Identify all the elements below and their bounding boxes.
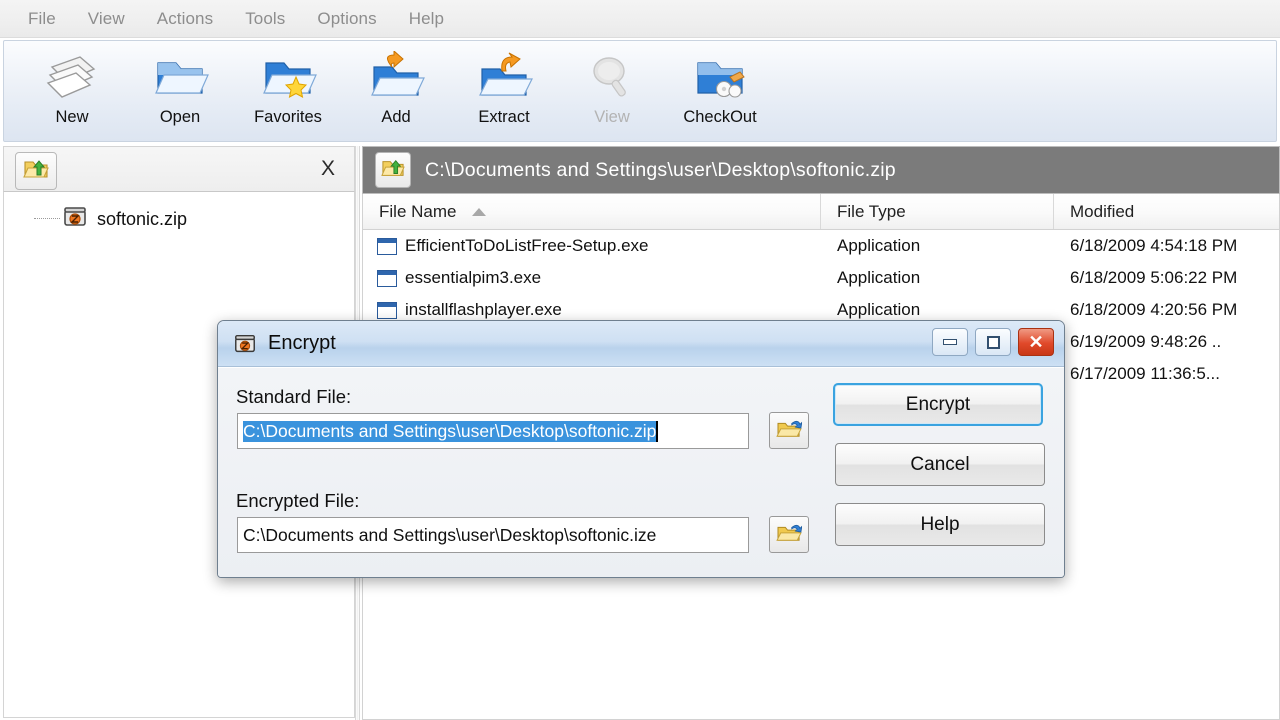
cell-file-type: Application [837,268,921,287]
cell-file-name-label: EfficientToDoListFree-Setup.exe [405,236,649,255]
extract-folder-arrow-icon [474,47,534,109]
standard-file-browse-button[interactable] [769,412,809,449]
archive-path-bar: C:\Documents and Settings\user\Desktop\s… [362,146,1280,194]
encrypted-file-value: C:\Documents and Settings\user\Desktop\s… [243,524,657,545]
toolbar-button-open[interactable]: Open [126,47,234,139]
application-file-icon [377,301,397,319]
standard-file-label: Standard File: [236,386,352,407]
column-header-modified[interactable]: Modified [1054,194,1279,229]
toolbar-button-extract[interactable]: Extract [450,47,558,139]
standard-file-value: C:\Documents and Settings\user\Desktop\s… [243,420,657,442]
sort-ascending-icon [472,207,487,216]
close-button[interactable]: ✕ [1018,328,1054,356]
toolbar-label-view: View [594,108,630,126]
magnifier-icon [582,47,642,109]
add-folder-arrow-icon [366,47,426,109]
cell-modified: 6/18/2009 4:20:56 PM [1070,300,1238,319]
toolbar-button-favorites[interactable]: Favorites [234,47,342,139]
encrypted-file-input[interactable]: C:\Documents and Settings\user\Desktop\s… [237,517,749,553]
help-button[interactable]: Help [835,503,1045,546]
archive-path-icon-box [375,152,411,188]
minimize-icon [943,339,957,345]
cell-file-name: EfficientToDoListFree-Setup.exe [363,230,821,262]
encrypt-dialog: Encrypt ✕ Standard File: C:\Documents an… [217,320,1065,578]
archive-path-text: C:\Documents and Settings\user\Desktop\s… [425,158,896,181]
maximize-button[interactable] [975,328,1011,356]
cell-file-name: essentialpim3.exe [363,262,821,294]
toolbar-button-new[interactable]: New [18,47,126,139]
application-file-icon [377,269,397,287]
menu-bar: File View Actions Tools Options Help [0,0,1280,38]
encrypted-file-label: Encrypted File: [236,490,360,511]
application-window: File View Actions Tools Options Help New [0,0,1280,720]
close-icon: ✕ [1028,332,1044,352]
toolbar-label-favorites: Favorites [254,108,322,126]
browse-folder-icon [776,521,803,548]
zip-archive-icon [62,206,88,233]
toolbar-label-checkout: CheckOut [683,108,757,126]
column-header-file-type-label: File Type [837,201,906,221]
left-pane-tabbar: X [3,146,355,192]
column-header-file-type[interactable]: File Type [821,194,1054,229]
cell-modified: 6/18/2009 5:06:22 PM [1070,268,1238,287]
dialog-body: Standard File: C:\Documents and Settings… [218,367,1064,577]
left-pane-close-icon[interactable]: X [316,156,340,182]
tree-item-label: softonic.zip [97,208,188,229]
maximize-icon [986,335,1000,349]
browse-folder-icon [776,417,803,444]
cell-file-type: Application [837,236,921,255]
toolbar-label-add: Add [381,108,411,126]
menu-actions[interactable]: Actions [143,6,227,32]
encrypt-button[interactable]: Encrypt [833,383,1043,426]
cell-modified: 6/19/2009 9:48:26 .. [1070,332,1222,351]
cell-file-name-label: essentialpim3.exe [405,268,542,287]
open-folder-icon [150,47,210,109]
toolbar: New Open Favorites Add Extract View Chec… [3,40,1277,142]
dialog-window-buttons: ✕ [932,328,1054,356]
tree-connector-line [34,218,60,220]
cell-modified: 6/18/2009 4:54:18 PM [1070,236,1238,255]
application-file-icon [377,237,397,255]
menu-tools[interactable]: Tools [231,6,299,32]
toolbar-label-new: New [55,108,89,126]
checkout-folder-disc-icon [690,47,750,109]
left-pane-tab-archive[interactable] [15,152,57,190]
folder-green-arrow-icon [23,157,49,186]
cell-modified: 6/17/2009 11:36:5... [1070,364,1220,383]
favorites-folder-star-icon [258,47,318,109]
menu-help[interactable]: Help [395,6,458,32]
tree-item-softonic-zip[interactable]: softonic.zip [4,204,354,234]
file-list-header: File Name File Type Modified [362,194,1280,230]
toolbar-label-open: Open [159,108,201,126]
table-row[interactable]: essentialpim3.exe Application 6/18/2009 … [363,262,1279,294]
text-caret [656,420,658,442]
table-row[interactable]: EfficientToDoListFree-Setup.exe Applicat… [363,230,1279,262]
dialog-title: Encrypt [268,332,336,354]
toolbar-button-checkout[interactable]: CheckOut [666,47,774,139]
menu-file[interactable]: File [14,6,70,32]
toolbar-label-extract: Extract [478,108,530,126]
toolbar-button-add[interactable]: Add [342,47,450,139]
standard-file-input[interactable]: C:\Documents and Settings\user\Desktop\s… [237,413,749,449]
toolbar-button-view[interactable]: View [558,47,666,139]
encrypted-file-browse-button[interactable] [769,516,809,553]
new-documents-icon [42,47,102,109]
folder-green-arrow-icon [381,157,405,184]
column-header-modified-label: Modified [1070,201,1135,221]
menu-options[interactable]: Options [303,6,390,32]
cancel-button[interactable]: Cancel [835,443,1045,486]
encrypt-lock-icon [232,331,258,357]
column-header-file-name-label: File Name [379,201,457,221]
column-header-file-name[interactable]: File Name [363,194,821,229]
dialog-title-bar[interactable]: Encrypt ✕ [218,321,1064,367]
cell-file-name-label: installflashplayer.exe [405,300,562,319]
minimize-button[interactable] [932,328,968,356]
menu-view[interactable]: View [74,6,139,32]
